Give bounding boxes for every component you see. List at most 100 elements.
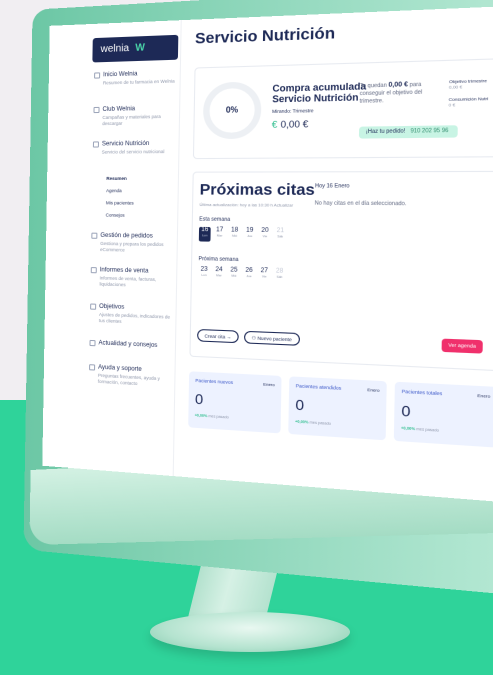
stat-period[interactable]: Enero (367, 387, 379, 393)
day-button[interactable]: 23 Lun (198, 266, 210, 281)
sidebar-item-desc: Preguntas frecuentes, ayuda y formación,… (97, 372, 160, 387)
sidebar-item-label: Club Welnia (102, 106, 136, 113)
sidebar-sublink-resumen[interactable]: Resumen (106, 176, 127, 181)
sidebar-item-objetivos[interactable]: Objetivos Ajustes de pedidos, indicadore… (90, 303, 174, 326)
compra-title: Compra acumulada Servicio Nutrición (272, 81, 366, 105)
sidebar-item-actualidad[interactable]: Actualidad y consejos (89, 339, 172, 350)
stat-change-label: mes pasado (208, 414, 229, 420)
amount-value: 0,00 € (280, 118, 309, 130)
create-appointment-button[interactable]: Crear cita → (197, 328, 240, 344)
logo-mark-icon: W (135, 42, 145, 54)
day-weekday: Lun (202, 233, 208, 238)
monitor-screen: welnia W Inicio Welnia Resumen de tu farm… (42, 4, 493, 506)
euro-icon: € (271, 119, 278, 130)
day-weekday: Mié (231, 233, 238, 238)
sidebar-item-label: Inicio Welnia (103, 71, 138, 79)
sidebar-sublink-consejos[interactable]: Consejos (106, 213, 125, 218)
stat-label: Pacientes atendidos (295, 383, 342, 391)
stat-change-value: +0,00% (194, 413, 208, 419)
arrow-right-icon: → (226, 334, 232, 340)
remaining-amount: 0,00 € (388, 81, 409, 90)
day-button[interactable]: 17 Mar (214, 227, 226, 242)
day-button[interactable]: 18 Mié (229, 227, 241, 242)
stat-card-total: Pacientes totales Enero 0 +0,00% mes pas… (393, 381, 493, 448)
sidebar: welnia W Inicio Welnia Resumen de tu farm… (79, 20, 182, 477)
week-label: Esta semana (199, 216, 231, 224)
stat-change: +0,00% mes pasado (401, 426, 439, 433)
progress-percent: 0% (225, 105, 239, 115)
stat-value: 0 (401, 401, 411, 420)
stat-change-value: +0,00% (401, 425, 416, 432)
day-button[interactable]: 25 Mié (228, 267, 240, 282)
sidebar-item-inicio[interactable]: Inicio Welnia Resumen de tu farmacia en … (94, 70, 178, 87)
week-label: Próxima semana (198, 256, 239, 264)
day-weekday: Mar (216, 233, 223, 238)
home-icon (94, 72, 101, 79)
day-weekday: Sáb (277, 234, 284, 239)
order-phone: 910 202 95 96 (410, 127, 449, 135)
sidebar-item-label: Informes de venta (99, 267, 149, 275)
appointments-title: Próximas citas (199, 180, 315, 200)
sidebar-item-label: Servicio Nutrición (101, 140, 150, 148)
welnia-logo[interactable]: welnia W (92, 34, 179, 63)
sidebar-item-label: Objetivos (99, 303, 125, 311)
button-label: Nuevo paciente (257, 335, 292, 343)
stat-value: 0 (194, 390, 204, 408)
new-patient-button[interactable]: ⚇ Nuevo paciente (243, 330, 300, 346)
stat-label: Pacientes totales (401, 388, 443, 397)
sidebar-sublink-agenda[interactable]: Agenda (106, 188, 122, 193)
nutrition-icon (92, 141, 99, 148)
day-weekday: Vie (262, 233, 268, 239)
selected-date: Hoy 16 Enero (314, 183, 350, 190)
day-button[interactable]: 16 Lun (198, 226, 211, 242)
target-icon (90, 303, 97, 310)
sidebar-item-label: Ayuda y soporte (98, 364, 142, 373)
summary-card: 0% Compra acumulada Servicio Nutrición M… (192, 58, 493, 160)
view-agenda-button[interactable]: Ver agenda (441, 338, 483, 354)
button-label: Crear cita (204, 333, 226, 340)
period-selector[interactable]: Mirando: Trimestre (272, 108, 314, 114)
remaining-text: Te quedan 0,00 € para conseguir el objet… (360, 81, 430, 106)
remaining-pre: Te quedan (359, 82, 387, 90)
reports-icon (90, 267, 97, 274)
sidebar-item-desc: Informes de venta, facturas, liquidacion… (99, 275, 157, 288)
day-weekday: Mié (231, 273, 237, 278)
sidebar-item-nutricion[interactable]: Servicio Nutrición Servicio del servicio… (92, 140, 177, 156)
sidebar-item-pedidos[interactable]: Gestión de pedidos Gestiona y prepara lo… (91, 232, 175, 255)
sidebar-item-desc: Gestiona y prepara los pedidos eCommerce (100, 240, 164, 253)
order-button[interactable]: ¡Haz tu pedido! 910 202 95 96 (358, 125, 458, 139)
day-button[interactable]: 28 Sáb (273, 268, 285, 283)
stat-period[interactable]: Enero (477, 393, 490, 399)
stat-card-new: Pacientes nuevos Enero 0 +0,00% mes pasa… (188, 371, 282, 434)
day-weekday: Sáb (276, 274, 283, 280)
sidebar-item-desc: Ajustes de pedidos, indicadores de tus c… (98, 311, 171, 324)
progress-donut: 0% (202, 81, 262, 140)
empty-state: No hay citas en el día seleccionado. (314, 200, 407, 208)
day-button[interactable]: 21 Sáb (274, 228, 286, 243)
objective-value: 0 € (448, 101, 456, 108)
objective-value: 0,00 € (448, 83, 463, 90)
sidebar-item-ayuda[interactable]: Ayuda y soporte Preguntas frecuentes, ay… (89, 364, 173, 389)
orders-icon (91, 232, 98, 239)
day-button[interactable]: 27 Vie (258, 268, 270, 283)
objective-nutri: Consumición Nutri 0 € (449, 96, 489, 108)
sidebar-item-informes[interactable]: Informes de venta Informes de venta, fac… (90, 267, 174, 290)
day-button[interactable]: 24 Mar (213, 267, 225, 282)
sidebar-item-desc: Resumen de tu farmacia en Welnia (102, 78, 175, 86)
sidebar-item-label: Actualidad y consejos (98, 340, 158, 350)
stat-change: +0,00% mes pasado (295, 419, 331, 426)
order-label: ¡Haz tu pedido! (365, 128, 406, 136)
day-button[interactable]: 20 Vie (259, 228, 271, 243)
sidebar-item-desc: Servicio del servicio nutricional (101, 148, 165, 155)
stat-value: 0 (295, 395, 305, 414)
objective-quarter: Objetivo trimestre 0,00 € (449, 78, 487, 90)
stat-period[interactable]: Enero (263, 381, 275, 387)
stat-change-label: mes pasado (309, 420, 332, 426)
sidebar-sublink-pacientes[interactable]: Mis pacientes (106, 200, 134, 205)
sidebar-item-club[interactable]: Club Welnia Campañas y materiales para d… (93, 105, 177, 127)
last-update: Última actualización: hoy a las 10:30 h … (199, 201, 294, 208)
news-icon (89, 339, 96, 347)
day-button[interactable]: 26 Jue (243, 267, 255, 282)
day-button[interactable]: 19 Jue (244, 227, 256, 242)
stat-change: +0,00% mes pasado (195, 413, 229, 419)
